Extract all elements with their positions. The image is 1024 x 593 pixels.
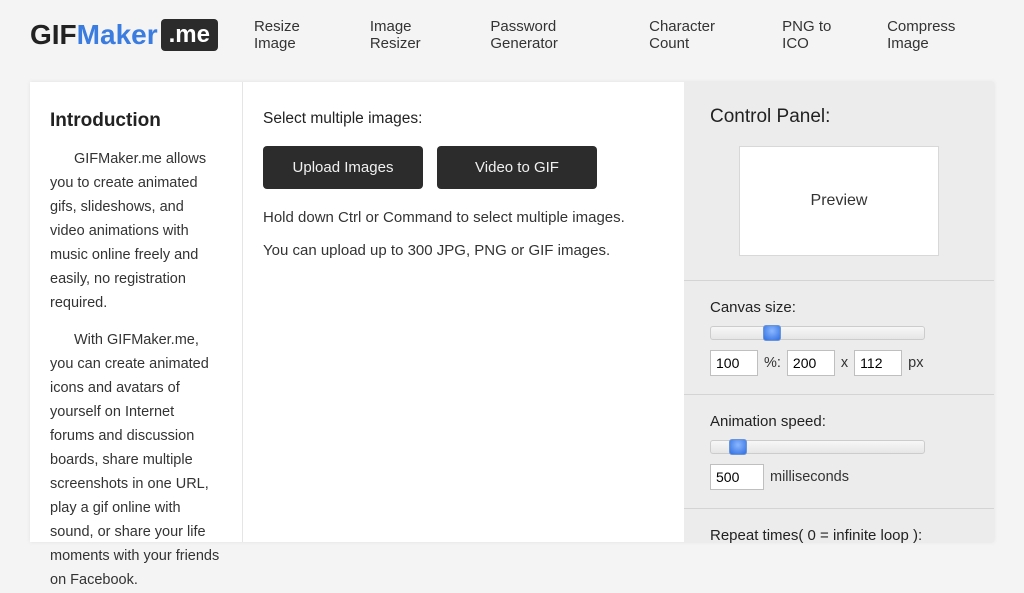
canvas-height-input[interactable]	[854, 350, 902, 376]
canvas-px-label: px	[908, 355, 923, 371]
top-bar: GIF Maker .me Resize Image Image Resizer…	[0, 0, 1024, 70]
nav-compress-image[interactable]: Compress Image	[887, 18, 994, 52]
preview-label: Preview	[811, 192, 868, 210]
logo-me: .me	[161, 19, 218, 51]
upload-column: Select multiple images: Upload Images Vi…	[243, 82, 684, 542]
speed-value-input[interactable]	[710, 464, 764, 490]
logo-gif: GIF	[30, 19, 77, 51]
intro-paragraph-1: GIFMaker.me allows you to create animate…	[50, 148, 222, 315]
intro-paragraph-2: With GIFMaker.me, you can create animate…	[50, 329, 222, 592]
canvas-x-label: x	[841, 355, 848, 371]
canvas-slider-thumb[interactable]	[763, 325, 781, 341]
canvas-size-label: Canvas size:	[710, 299, 968, 316]
logo[interactable]: GIF Maker .me	[30, 19, 218, 51]
intro-heading: Introduction	[50, 110, 222, 132]
intro-column: Introduction GIFMaker.me allows you to c…	[30, 82, 243, 542]
select-images-label: Select multiple images:	[263, 110, 664, 128]
control-panel-heading: Control Panel:	[710, 106, 968, 128]
upload-limit-hint: You can upload up to 300 JPG, PNG or GIF…	[263, 242, 664, 259]
logo-maker: Maker	[77, 19, 158, 51]
divider	[684, 394, 994, 395]
nav-resize-image[interactable]: Resize Image	[254, 18, 340, 52]
speed-unit-label: milliseconds	[770, 469, 849, 485]
canvas-size-slider[interactable]	[710, 326, 925, 340]
nav-png-to-ico[interactable]: PNG to ICO	[782, 18, 857, 52]
canvas-percent-input[interactable]	[710, 350, 758, 376]
divider	[684, 280, 994, 281]
canvas-inputs-row: %: x px	[710, 350, 968, 376]
ctrl-hint: Hold down Ctrl or Command to select mult…	[263, 209, 664, 226]
divider	[684, 508, 994, 509]
speed-slider-thumb[interactable]	[729, 439, 747, 455]
percent-suffix: %:	[764, 355, 781, 371]
control-panel: Control Panel: Preview Canvas size: %: x…	[684, 82, 994, 542]
main-container: Introduction GIFMaker.me allows you to c…	[30, 82, 994, 542]
upload-images-button[interactable]: Upload Images	[263, 146, 423, 189]
main-nav: Resize Image Image Resizer Password Gene…	[254, 18, 994, 52]
nav-image-resizer[interactable]: Image Resizer	[370, 18, 461, 52]
nav-character-count[interactable]: Character Count	[649, 18, 752, 52]
repeat-times-label: Repeat times( 0 = infinite loop ):	[710, 527, 968, 544]
button-row: Upload Images Video to GIF	[263, 146, 664, 189]
animation-speed-label: Animation speed:	[710, 413, 968, 430]
nav-password-generator[interactable]: Password Generator	[490, 18, 619, 52]
canvas-width-input[interactable]	[787, 350, 835, 376]
animation-speed-slider[interactable]	[710, 440, 925, 454]
speed-inputs-row: milliseconds	[710, 464, 968, 490]
video-to-gif-button[interactable]: Video to GIF	[437, 146, 597, 189]
preview-box: Preview	[739, 146, 939, 256]
